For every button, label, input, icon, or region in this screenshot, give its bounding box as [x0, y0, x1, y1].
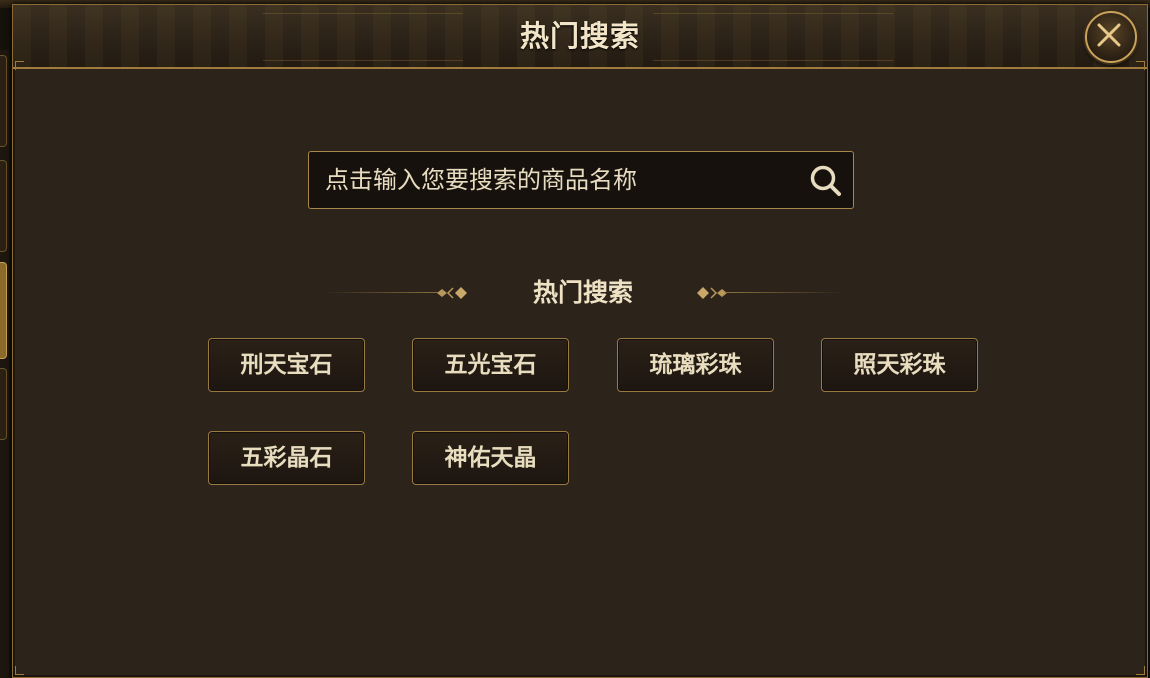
dialog-title: 热门搜索: [519, 19, 640, 53]
hot-search-divider: 热门搜索: [313, 275, 853, 311]
hot-search-tag[interactable]: 刑天宝石: [208, 338, 365, 392]
close-button[interactable]: [1085, 11, 1137, 63]
divider-line: [323, 292, 443, 293]
background-side-tab[interactable]: [0, 160, 7, 252]
hot-search-tag[interactable]: 神佑天晶: [412, 431, 569, 485]
hot-search-tag[interactable]: 五彩晶石: [208, 431, 365, 485]
dialog-header: 热门搜索: [13, 5, 1147, 69]
search-input[interactable]: [309, 152, 799, 208]
corner-ornament: [15, 666, 24, 675]
hot-search-dialog: 热门搜索 热门搜索: [12, 4, 1148, 678]
background-side-tab[interactable]: [0, 368, 7, 440]
corner-ornament: [1136, 666, 1145, 675]
hot-search-tag[interactable]: 琉璃彩珠: [617, 338, 774, 392]
stage: 热门搜索 热门搜索: [0, 0, 1150, 678]
corner-ornament: [1136, 61, 1145, 70]
divider-line: [725, 292, 845, 293]
corner-ornament: [15, 61, 24, 70]
close-x-icon: [1097, 23, 1121, 47]
hot-search-tag[interactable]: 照天彩珠: [821, 338, 978, 392]
hot-search-tag[interactable]: 五光宝石: [412, 338, 569, 392]
diamond-ornament-icon: [697, 287, 727, 299]
background-side-tab-active[interactable]: [0, 262, 7, 359]
search-box: [308, 151, 854, 209]
diamond-ornament-icon: [437, 287, 467, 299]
section-title: 热门搜索: [532, 278, 633, 307]
search-icon[interactable]: [809, 164, 843, 198]
background-side-tab[interactable]: [0, 55, 7, 147]
